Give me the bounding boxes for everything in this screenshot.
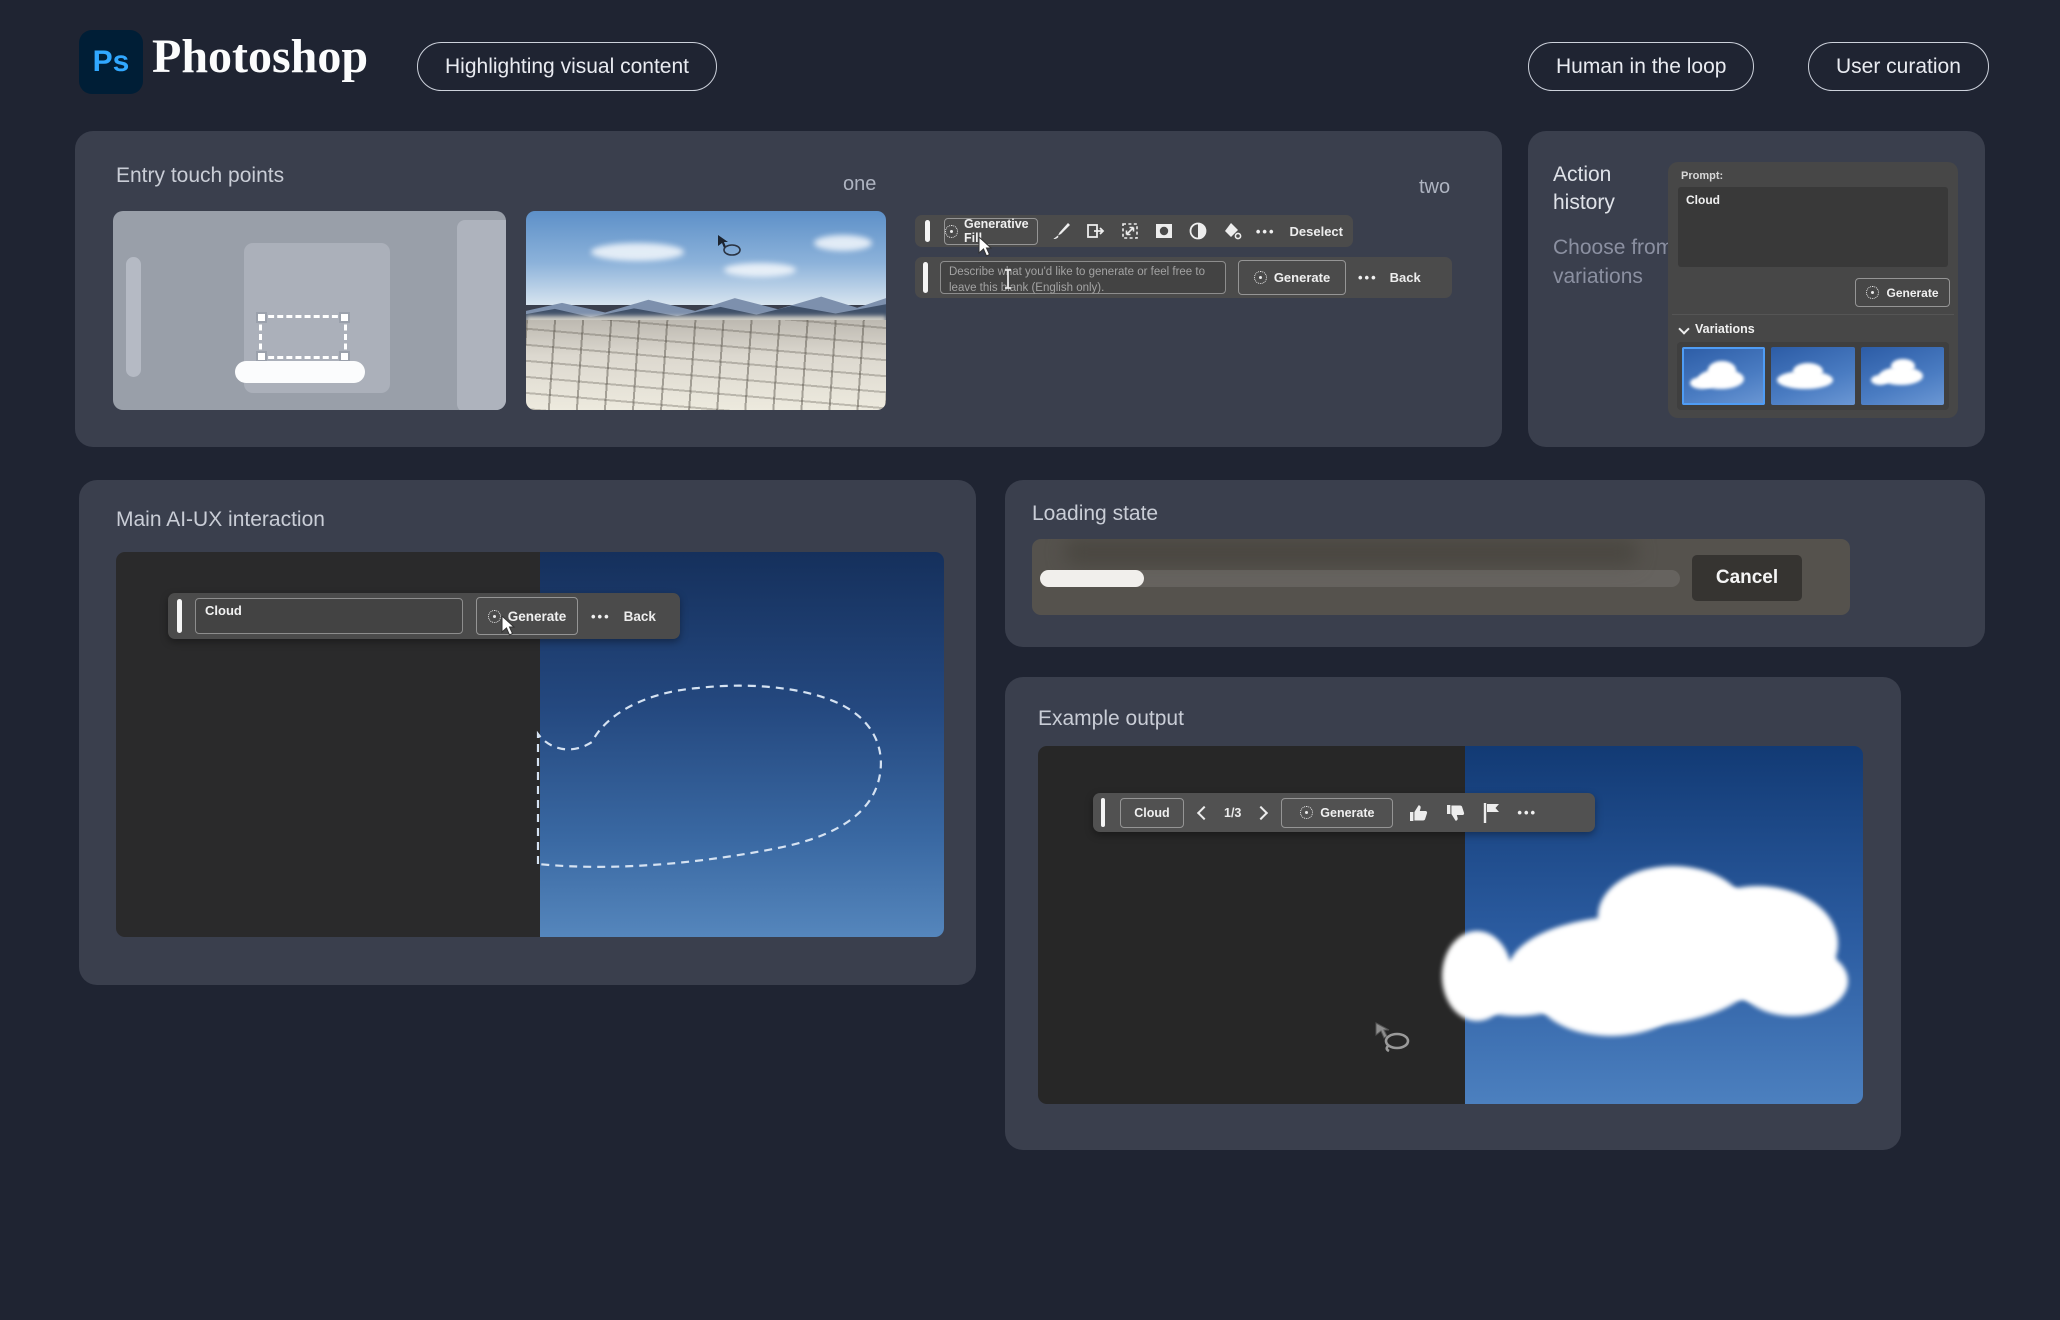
loading-card-title: Loading state (1032, 502, 1158, 526)
transform-icon[interactable] (1120, 221, 1140, 241)
lasso-selection-outline (580, 255, 832, 358)
output-card-title: Example output (1038, 707, 1184, 731)
photoshop-logo: Ps (79, 30, 143, 94)
mask-icon[interactable] (1154, 221, 1174, 241)
generative-properties-panel: Prompt: Cloud Generate Variations (1668, 162, 1958, 418)
cloud-selection-outline (528, 664, 898, 889)
page-title: Photoshop (152, 22, 368, 92)
action-card-title: Action history (1553, 161, 1673, 218)
generate-button[interactable]: Generate (1238, 260, 1346, 295)
chevron-down-icon (1678, 323, 1689, 334)
variation-thumbnail-1[interactable] (1682, 347, 1765, 405)
step-label-one: one (843, 173, 876, 196)
ibeam-cursor (1003, 269, 1013, 289)
generate-icon (1866, 286, 1879, 299)
mockup-contextual-taskbar (235, 361, 365, 383)
flag-icon[interactable] (1482, 802, 1502, 824)
previous-variation-icon[interactable] (1197, 805, 1211, 819)
more-options-icon[interactable]: ••• (591, 609, 611, 624)
lasso-cursor-icon (1373, 1021, 1413, 1053)
cancel-button[interactable]: Cancel (1692, 555, 1802, 601)
page: Ps Photoshop Highlighting visual content… (0, 0, 2060, 1320)
variations-header[interactable]: Variations (1680, 322, 1755, 336)
adjustment-icon[interactable] (1188, 221, 1208, 241)
next-variation-icon[interactable] (1254, 805, 1268, 819)
mockup-toolbar-hint (126, 257, 141, 377)
variations-strip (1677, 342, 1949, 410)
prompt-value: Cloud (205, 603, 242, 618)
prompt-chip[interactable]: Cloud (1120, 798, 1184, 828)
variations-label: Variations (1695, 322, 1755, 336)
toolbar-handle[interactable] (1101, 798, 1105, 827)
main-interaction-card: Main AI-UX interaction Cloud Generate ••… (79, 480, 976, 985)
tagline-badge: Highlighting visual content (417, 42, 717, 91)
toolbar-handle[interactable] (925, 220, 930, 242)
back-button[interactable]: Back (624, 609, 656, 624)
badge-human-in-the-loop: Human in the loop (1528, 42, 1754, 91)
step-label-two: two (1419, 176, 1450, 199)
paint-bucket-icon[interactable] (1222, 221, 1242, 241)
variation-thumbnail-3[interactable] (1861, 347, 1944, 405)
entry-card-title: Entry touch points (116, 164, 284, 188)
action-history-card: Action history Choose from variations Pr… (1528, 131, 1985, 447)
generative-fill-label: Generative Fill (964, 217, 1037, 245)
panel-generate-button[interactable]: Generate (1855, 278, 1950, 307)
cloud-streak (814, 235, 872, 251)
generate-icon (488, 610, 501, 623)
prompt-placeholder: Describe what you'd like to generate or … (949, 266, 1205, 294)
desert-selection-screenshot (526, 211, 886, 410)
progress-fill (1040, 570, 1144, 587)
main-interaction-screenshot: Cloud Generate ••• Back (116, 552, 944, 937)
generative-fill-icon (945, 225, 958, 238)
variation-thumbnail-2[interactable] (1771, 347, 1854, 405)
brush-icon[interactable] (1052, 221, 1072, 241)
generate-label: Generate (1274, 270, 1330, 285)
prompt-toolbar: Cloud Generate ••• Back (168, 593, 680, 639)
app-wireframe-mockup (113, 211, 506, 410)
example-output-screenshot: Cloud 1/3 Generate • (1038, 746, 1863, 1104)
loading-state-card: Loading state Cancel (1005, 480, 1985, 647)
main-card-title: Main AI-UX interaction (116, 508, 325, 532)
selection-marquee-icon (259, 315, 347, 359)
toolbar-handle[interactable] (177, 599, 182, 633)
prompt-label: Prompt: (1681, 170, 1723, 182)
prompt-input[interactable]: Cloud (195, 598, 463, 634)
photoshop-logo-text: Ps (93, 45, 130, 79)
generate-button[interactable]: Generate (1281, 798, 1393, 828)
more-options-icon[interactable]: ••• (1358, 270, 1378, 285)
prompt-value: Cloud (1134, 806, 1169, 820)
prompt-input[interactable]: Describe what you'd like to generate or … (940, 261, 1226, 294)
more-options-icon[interactable]: ••• (1517, 805, 1537, 820)
generate-icon (1300, 806, 1313, 819)
toolbar-handle[interactable] (923, 262, 928, 293)
badge-user-curation: User curation (1808, 42, 1989, 91)
blurred-background (1065, 539, 1638, 565)
patch-tool-icon[interactable] (1086, 221, 1106, 241)
arrow-cursor (501, 616, 517, 638)
deselect-button[interactable]: Deselect (1290, 224, 1343, 239)
lasso-cursor-icon (710, 235, 744, 259)
generate-icon (1254, 271, 1267, 284)
result-toolbar: Cloud 1/3 Generate • (1093, 793, 1595, 832)
entry-touch-points-card: Entry touch points one two (75, 131, 1502, 447)
thumbs-up-icon[interactable] (1408, 802, 1430, 824)
prompt-textarea[interactable]: Cloud (1678, 187, 1948, 267)
variation-page-indicator: 1/3 (1224, 806, 1241, 820)
generate-label: Generate (1320, 806, 1374, 820)
arrow-cursor (978, 237, 994, 259)
mockup-panel-hint (457, 220, 506, 410)
panel-divider (1672, 314, 1954, 315)
back-button[interactable]: Back (1390, 270, 1421, 285)
thumbs-down-icon[interactable] (1445, 802, 1467, 824)
more-options-icon[interactable]: ••• (1256, 224, 1276, 239)
prompt-toolbar: Describe what you'd like to generate or … (915, 257, 1452, 298)
panel-generate-label: Generate (1886, 286, 1938, 300)
generate-button[interactable]: Generate (476, 597, 578, 635)
loading-bar-screenshot: Cancel (1032, 539, 1850, 615)
example-output-card: Example output Cloud 1/3 (1005, 677, 1901, 1150)
